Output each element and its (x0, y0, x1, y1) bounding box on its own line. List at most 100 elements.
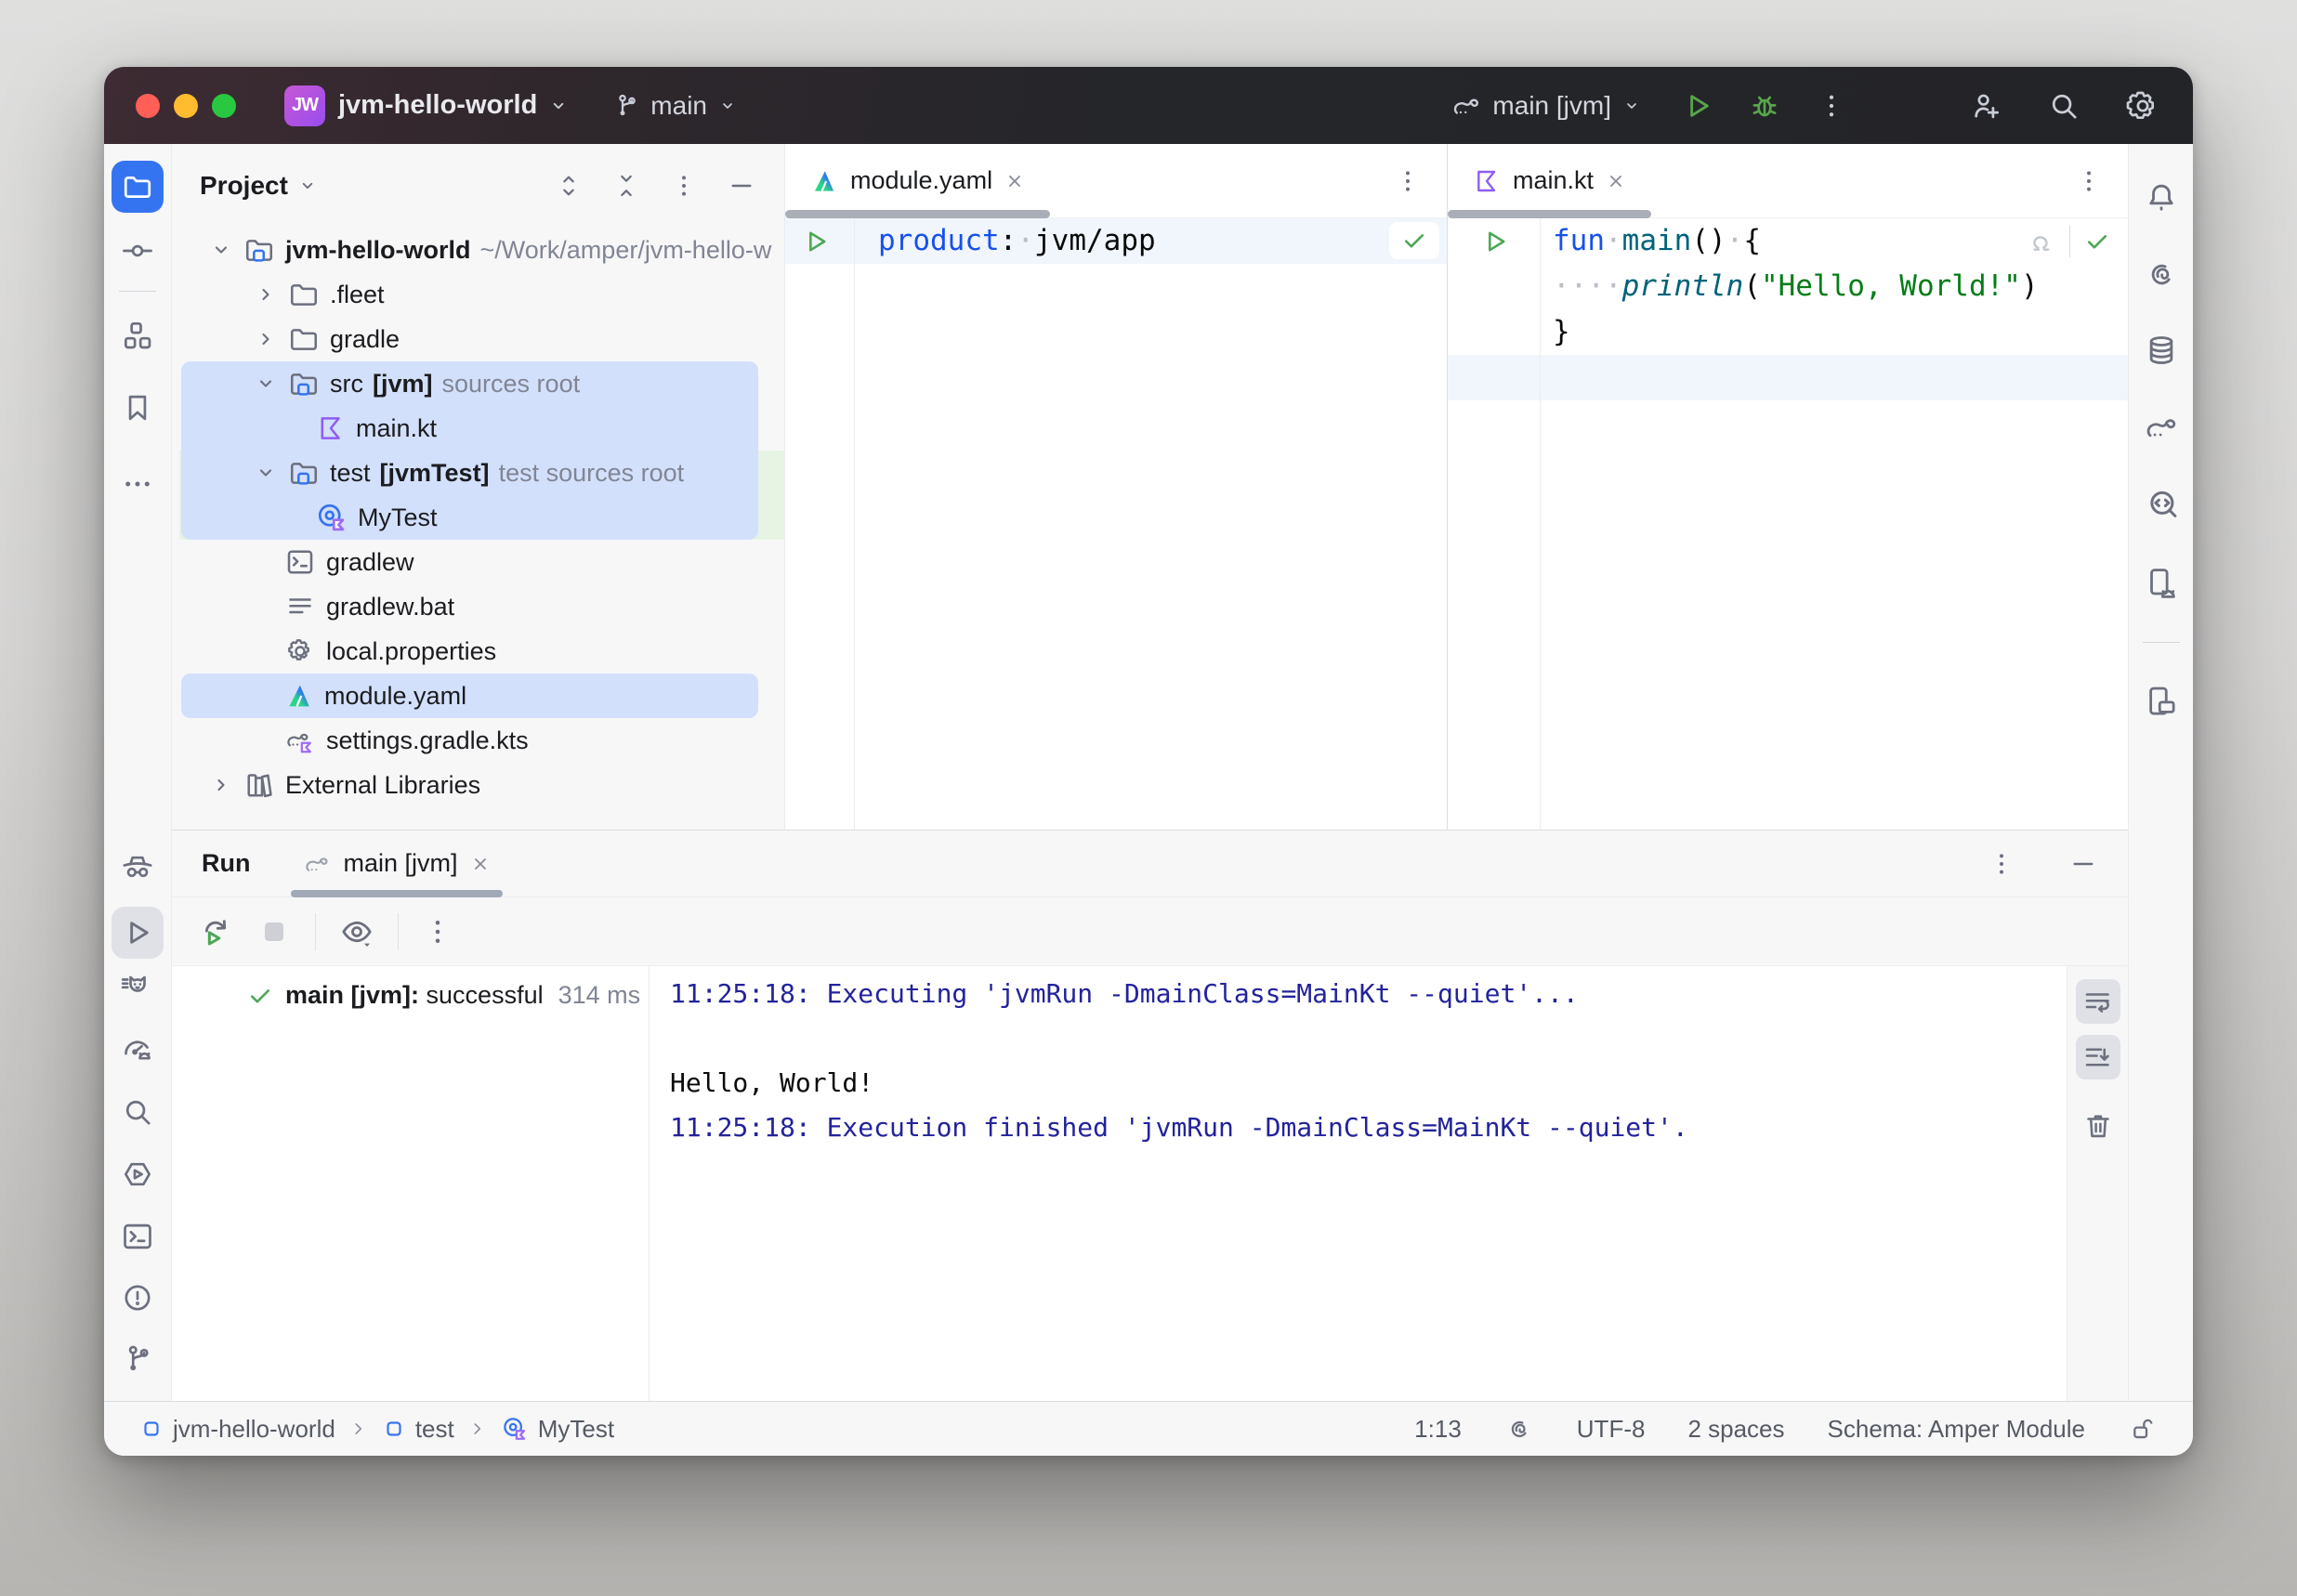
tool-run-button[interactable] (112, 907, 164, 959)
branch-widget[interactable]: main (611, 91, 739, 121)
tool-find-button[interactable] (120, 1094, 155, 1130)
tool-android-profiler-button[interactable] (119, 1031, 156, 1068)
scroll-to-end-toggle[interactable] (2076, 1035, 2120, 1079)
tree-row-local-properties[interactable]: local.properties (172, 629, 784, 674)
editor-options-button[interactable] (2074, 166, 2104, 196)
chevron-down-icon[interactable] (252, 370, 280, 398)
schema-setting[interactable]: Schema: Amper Module (1828, 1415, 2085, 1444)
tab-main-kt[interactable]: main.kt (1448, 144, 1651, 217)
clear-console-button[interactable] (2076, 1104, 2120, 1148)
more-options-button[interactable] (421, 915, 454, 948)
chevron-down-icon[interactable] (252, 459, 280, 487)
soft-wrap-toggle[interactable] (2076, 979, 2120, 1024)
tool-version-control-button[interactable] (120, 1341, 155, 1377)
code-line[interactable]: } (1448, 309, 2128, 355)
tool-terminal-button[interactable] (120, 1219, 155, 1254)
ai-assistant-status-icon[interactable] (1504, 1414, 1534, 1444)
close-window-button[interactable] (136, 94, 160, 118)
more-tool-windows-button[interactable] (120, 466, 155, 502)
tool-gradle-button[interactable] (2142, 408, 2181, 447)
run-button[interactable] (1680, 88, 1715, 124)
indent-setting[interactable]: 2 spaces (1687, 1415, 1784, 1444)
code-with-me-button[interactable] (1968, 88, 2003, 124)
run-tab-main-jvm[interactable]: main [jvm] (291, 831, 502, 896)
tool-structure-button[interactable] (120, 318, 155, 353)
editor-options-button[interactable] (1393, 166, 1423, 196)
tree-row-external-libraries[interactable]: External Libraries (172, 763, 784, 807)
show-options-eye-button[interactable] (338, 913, 375, 950)
tool-ai-assistant-button[interactable] (2143, 255, 2180, 293)
tool-running-devices-button[interactable] (2142, 682, 2181, 721)
tool-bookmarks-button[interactable] (120, 390, 155, 425)
settings-button[interactable] (2124, 87, 2161, 124)
editor-module-yaml[interactable]: product:·jvm/app (785, 218, 1447, 830)
tree-row-mytest[interactable]: MyTest (172, 495, 784, 540)
tool-project-button[interactable] (112, 161, 164, 213)
tool-database-button[interactable] (2143, 332, 2180, 369)
caret-position[interactable]: 1:13 (1414, 1415, 1462, 1444)
chevron-down-icon[interactable] (207, 236, 235, 264)
tree-row-gradle[interactable]: gradle (172, 317, 784, 361)
chevron-right-icon[interactable] (207, 771, 235, 799)
project-avatar[interactable]: JW (284, 85, 325, 126)
minimize-window-button[interactable] (174, 94, 198, 118)
search-everywhere-button[interactable] (2046, 88, 2081, 124)
close-tab-icon[interactable] (1004, 170, 1026, 192)
tree-row-project-root[interactable]: jvm-hello-world ~/Work/amper/jvm-hello-w (172, 228, 784, 272)
run-result-item[interactable]: main [jvm]: successful 314 ms (246, 981, 649, 1010)
gradle-icon (302, 849, 332, 879)
debug-button[interactable] (1747, 88, 1782, 124)
tree-row-src[interactable]: src [jvm] sources root (172, 361, 784, 406)
tree-row-gradlew-bat[interactable]: gradlew.bat (172, 584, 784, 629)
file-encoding[interactable]: UTF-8 (1577, 1415, 1646, 1444)
chevron-right-icon[interactable] (252, 325, 280, 353)
panel-options-button[interactable] (669, 171, 699, 201)
breadcrumb-test[interactable]: test (382, 1415, 454, 1444)
chevron-down-icon[interactable] (295, 174, 320, 198)
run-configuration-widget[interactable]: main [jvm] (1450, 89, 1643, 123)
tool-logcat-button[interactable] (119, 968, 156, 1005)
breadcrumb-module[interactable]: jvm-hello-world (139, 1415, 335, 1444)
tool-device-manager-button[interactable] (2142, 564, 2181, 603)
code-line[interactable]: ····println("Hello, World!") (1448, 264, 2128, 309)
tool-problems-button[interactable] (120, 1280, 155, 1315)
expand-all-button[interactable] (554, 171, 584, 201)
hide-panel-button[interactable] (727, 171, 756, 201)
close-tab-icon[interactable] (469, 853, 492, 875)
run-console[interactable]: 11:25:18: Executing 'jvmRun -DmainClass=… (650, 966, 2067, 1401)
tool-code-inspection-button[interactable] (2142, 486, 2181, 525)
tool-notifications-button[interactable] (2143, 179, 2180, 216)
tool-profiler-button[interactable] (119, 849, 156, 886)
tree-row-test[interactable]: test [jvmTest] test sources root (172, 451, 784, 495)
lock-open-icon[interactable] (2128, 1414, 2158, 1444)
code-line-caret[interactable] (1448, 355, 2128, 400)
project-panel-title[interactable]: Project (200, 171, 288, 201)
tree-row-gradlew[interactable]: gradlew (172, 540, 784, 584)
tree-row-settings-gradle-kts[interactable]: settings.gradle.kts (172, 718, 784, 763)
tree-row-module-yaml[interactable]: module.yaml (172, 674, 784, 718)
more-actions-button[interactable] (1816, 90, 1847, 122)
chevron-right-icon[interactable] (252, 281, 280, 308)
stop-button[interactable] (256, 913, 293, 950)
panel-options-button[interactable] (1987, 849, 2016, 879)
collapse-all-button[interactable] (611, 171, 641, 201)
tab-module-yaml[interactable]: module.yaml (785, 144, 1050, 217)
tree-row-main-kt[interactable]: main.kt (172, 406, 784, 451)
inspections-icon[interactable] (2027, 227, 2056, 256)
run-line-gutter-icon[interactable] (800, 226, 832, 257)
breadcrumb-mytest[interactable]: MyTest (501, 1415, 614, 1444)
inspections-widget[interactable] (1389, 222, 1439, 259)
zoom-window-button[interactable] (212, 94, 236, 118)
tree-row-fleet[interactable]: .fleet (172, 272, 784, 317)
tool-commit-button[interactable] (120, 233, 155, 268)
hide-panel-button[interactable] (2068, 849, 2098, 879)
close-tab-icon[interactable] (1605, 170, 1627, 192)
run-configuration-name: main [jvm] (1492, 91, 1611, 121)
run-main-gutter-icon[interactable] (1479, 226, 1511, 257)
editor-main-kt[interactable]: fun·main()·{ ····println("Hello, World!"… (1448, 218, 2128, 830)
rerun-button[interactable] (196, 913, 233, 950)
project-widget[interactable]: jvm-hello-world (338, 90, 571, 121)
tool-services-button[interactable] (119, 1156, 156, 1193)
code-line[interactable]: product:·jvm/app (785, 218, 1447, 264)
inspections-widget[interactable] (2027, 226, 2111, 257)
